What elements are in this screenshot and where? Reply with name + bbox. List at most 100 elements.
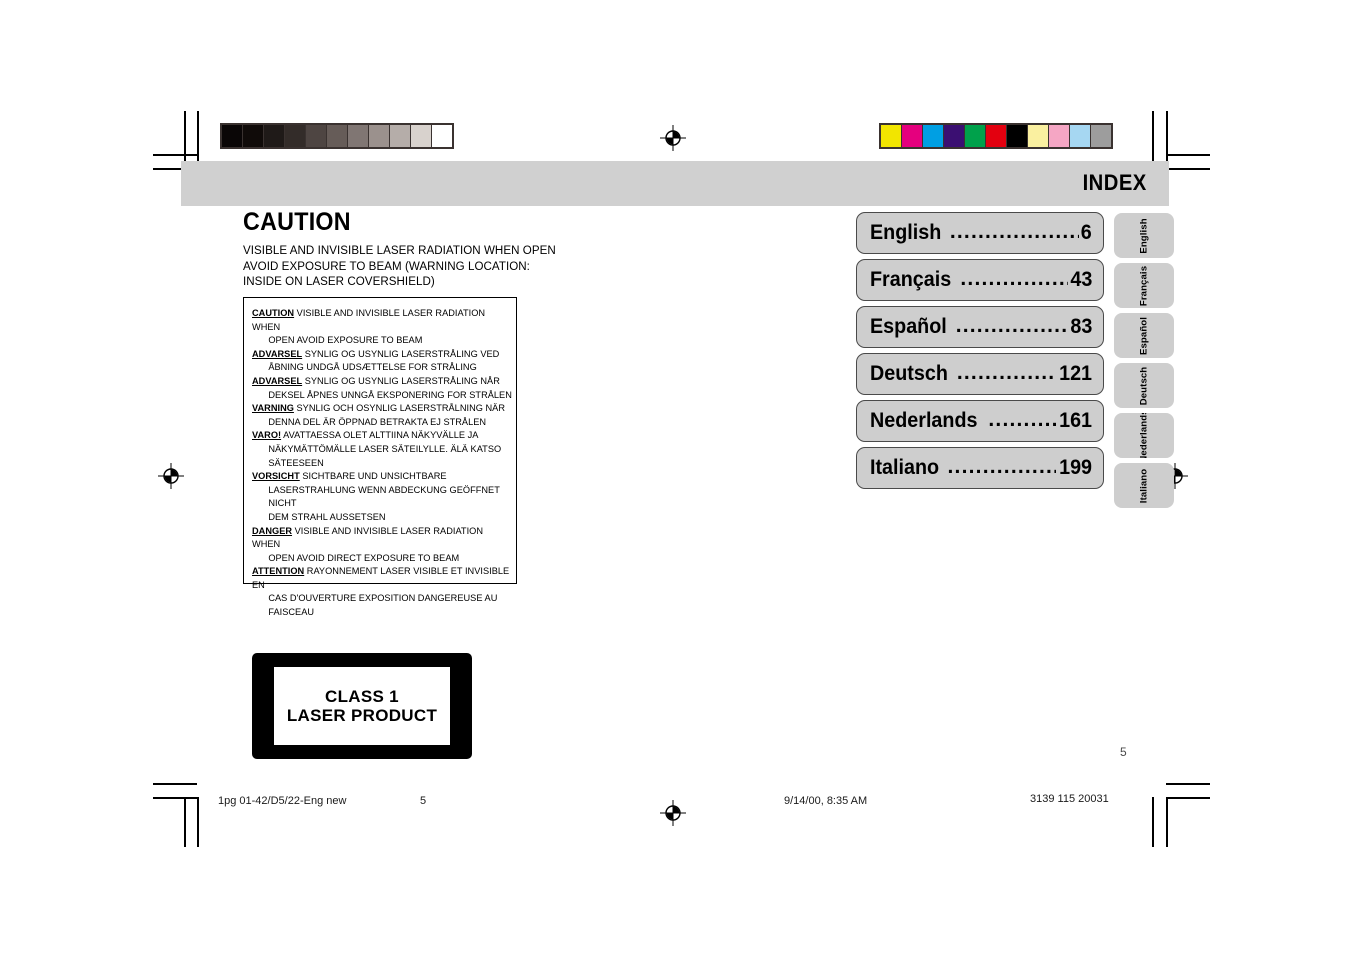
color-swatch-1 xyxy=(902,125,922,147)
crop-mark-tr-h2 xyxy=(1166,168,1210,170)
index-item-english[interactable]: English.................................… xyxy=(856,212,1104,254)
index-item-label: Español xyxy=(870,315,947,338)
laser-label-line1: CLASS 1 xyxy=(325,686,399,706)
index-item-leader-dots: ................................ xyxy=(960,267,1068,289)
index-item-page-number: 83 xyxy=(1070,315,1092,338)
warning-entry-text: SYNLIG OG USYNLIG LASERSTRÅLING NÅR xyxy=(302,375,500,387)
side-tab-español[interactable]: Español xyxy=(1114,313,1174,358)
warning-entry-text: DEKSEL ÅPNES UNNGÅ EKSPONERING FOR STRÅL… xyxy=(268,389,512,401)
crop-mark-tl-v2 xyxy=(197,111,199,161)
warning-entry-text: ÅBNING UNDGÅ UDSÆTTELSE FOR STRÅLING xyxy=(268,362,477,374)
index-item-deutsch[interactable]: Deutsch...............................12… xyxy=(856,353,1104,395)
grayscale-swatch-8 xyxy=(390,125,410,147)
warning-entry-text: OPEN AVOID DIRECT EXPOSURE TO BEAM xyxy=(268,552,460,564)
laser-label-white-panel: CLASS 1 LASER PRODUCT xyxy=(274,667,450,745)
caution-body-line-1: AVOID EXPOSURE TO BEAM (WARNING LOCATION… xyxy=(243,258,530,273)
side-tab-label: Italiano xyxy=(1138,468,1150,503)
grayscale-calibration-bar xyxy=(220,123,454,149)
footer-document-code: 3139 115 20031 xyxy=(1030,793,1109,805)
warning-entry-keyword: VORSICHT xyxy=(252,471,300,483)
warning-entry: ADVARSEL SYNLIG OG USYNLIG LASERSTRÅLING… xyxy=(252,348,513,375)
color-swatch-9 xyxy=(1070,125,1090,147)
index-item-label: Nederlands xyxy=(870,409,978,432)
index-item-italiano[interactable]: Italiano...............................1… xyxy=(856,447,1104,489)
warning-entry-keyword: ADVARSEL xyxy=(252,348,303,360)
side-tab-label: Español xyxy=(1138,316,1150,355)
index-item-leader-dots: ................................... xyxy=(949,220,1079,242)
index-item-leader-dots: ......................... xyxy=(988,408,1056,430)
header-band: INDEX xyxy=(181,161,1169,206)
index-item-leader-dots: ................................ xyxy=(955,314,1068,336)
caution-body-text: VISIBLE AND INVISIBLE LASER RADIATION WH… xyxy=(243,243,556,290)
side-tab-français[interactable]: Français xyxy=(1114,263,1174,308)
side-tab-label: Nederlands xyxy=(1138,413,1150,458)
grayscale-swatch-9 xyxy=(411,125,431,147)
warning-entry-text: LASERSTRAHLUNG WENN ABDECKUNG GEÖFFNET N… xyxy=(268,484,500,510)
warning-entry-keyword: VARO! xyxy=(252,430,282,442)
multilanguage-laser-warning-box: CAUTION VISIBLE AND INVISIBLE LASER RADI… xyxy=(243,297,517,618)
warning-entry: VORSICHT SICHTBARE UND UNSICHTBARE LASERS… xyxy=(252,470,513,524)
side-tab-deutsch[interactable]: Deutsch xyxy=(1114,363,1174,408)
warning-entry-keyword: DANGER xyxy=(252,525,293,537)
index-item-page-number: 199 xyxy=(1059,456,1092,479)
page-number: 5 xyxy=(1120,745,1127,759)
footer-page: 5 xyxy=(420,795,427,807)
crop-mark-bl-h1 xyxy=(153,783,197,785)
warning-entry-text: OPEN AVOID EXPOSURE TO BEAM xyxy=(268,335,423,347)
grayscale-swatch-2 xyxy=(264,125,284,147)
index-item-page-number: 161 xyxy=(1059,409,1092,432)
warning-entry-text: SICHTBARE UND UNSICHTBARE xyxy=(299,471,447,483)
side-tab-label: Deutsch xyxy=(1138,366,1150,405)
color-swatch-3 xyxy=(944,125,964,147)
index-item-page-number: 121 xyxy=(1059,362,1092,385)
warning-entry-text: DENNA DEL ÄR ÖPPNAD BETRAKTA EJ STRÅLEN xyxy=(268,416,487,428)
color-swatch-7 xyxy=(1028,125,1048,147)
crop-mark-br-h1 xyxy=(1166,783,1210,785)
registration-mark-top-center xyxy=(660,125,686,151)
warning-entry-text: AVATTAESSA OLET ALTTIINA NÄKYVÄLLE JA xyxy=(281,430,479,442)
warning-entry-keyword: CAUTION xyxy=(252,308,295,319)
class1-laser-product-label: CLASS 1 LASER PRODUCT xyxy=(244,645,480,767)
warning-entry-keyword: ADVARSEL xyxy=(252,375,303,387)
warning-entry-text: NÄKYMÄTTÖMÄLLE LASER SÄTEILYLLE. ÄLÄ KAT… xyxy=(268,443,502,455)
laser-label-black-frame: CLASS 1 LASER PRODUCT xyxy=(252,653,472,759)
color-swatch-5 xyxy=(986,125,1006,147)
color-swatch-0 xyxy=(881,125,901,147)
caution-body-line-2: INSIDE ON LASER COVERSHIELD) xyxy=(243,274,435,288)
index-item-label: English xyxy=(870,221,942,244)
footer-filename: 1pg 01-42/D5/22-Eng new xyxy=(218,795,347,807)
warning-entry-text: DEM STRAHL AUSSETSEN xyxy=(268,511,386,523)
warning-entry: ADVARSEL SYNLIG OG USYNLIG LASERSTRÅLING… xyxy=(252,375,513,402)
language-side-tabs: English Français Español Deutsch Nederlands I… xyxy=(1114,213,1174,513)
index-item-leader-dots: ............................... xyxy=(947,455,1056,477)
color-swatch-10 xyxy=(1091,125,1111,147)
grayscale-swatch-1 xyxy=(243,125,263,147)
document-page: INDEX CAUTION VISIBLE AND INVISIBLE LASE… xyxy=(0,0,1351,954)
index-item-label: Italiano xyxy=(870,456,940,479)
warning-entry-text: SYNLIG OG USYNLIG LASERSTRÅLING VED xyxy=(302,348,500,360)
crop-mark-tl-h1 xyxy=(153,154,197,156)
side-tab-nederlands[interactable]: Nederlands xyxy=(1114,413,1174,458)
index-item-nederlands[interactable]: Nederlands.........................161 xyxy=(856,400,1104,442)
index-item-français[interactable]: Français................................… xyxy=(856,259,1104,301)
side-tab-label: English xyxy=(1138,217,1150,254)
print-footer: 1pg 01-42/D5/22-Eng new 5 9/14/00, 8:35 … xyxy=(0,793,1351,819)
side-tab-english[interactable]: English xyxy=(1114,213,1174,258)
warning-entry: DANGER VISIBLE AND INVISIBLE LASER RADIA… xyxy=(252,525,513,566)
grayscale-swatch-6 xyxy=(348,125,368,147)
index-item-español[interactable]: Español................................8… xyxy=(856,306,1104,348)
grayscale-swatch-7 xyxy=(369,125,389,147)
registration-mark-left-center xyxy=(158,463,184,489)
grayscale-swatch-4 xyxy=(306,125,326,147)
color-swatch-6 xyxy=(1007,125,1027,147)
grayscale-swatch-0 xyxy=(222,125,242,147)
warning-entry-text: FAISCEAU xyxy=(268,607,315,619)
color-calibration-bar xyxy=(879,123,1113,149)
crop-mark-tr-h1 xyxy=(1166,154,1210,156)
warning-entry-text: SÄTEESEEN xyxy=(268,457,324,469)
side-tab-italiano[interactable]: Italiano xyxy=(1114,463,1174,508)
crop-mark-tr-v1 xyxy=(1152,111,1154,161)
index-item-leader-dots: ............................... xyxy=(956,361,1056,383)
grayscale-swatch-5 xyxy=(327,125,347,147)
warning-entry: VARNING SYNLIG OCH OSYNLIG LASERSTRÅLNIN… xyxy=(252,402,513,429)
